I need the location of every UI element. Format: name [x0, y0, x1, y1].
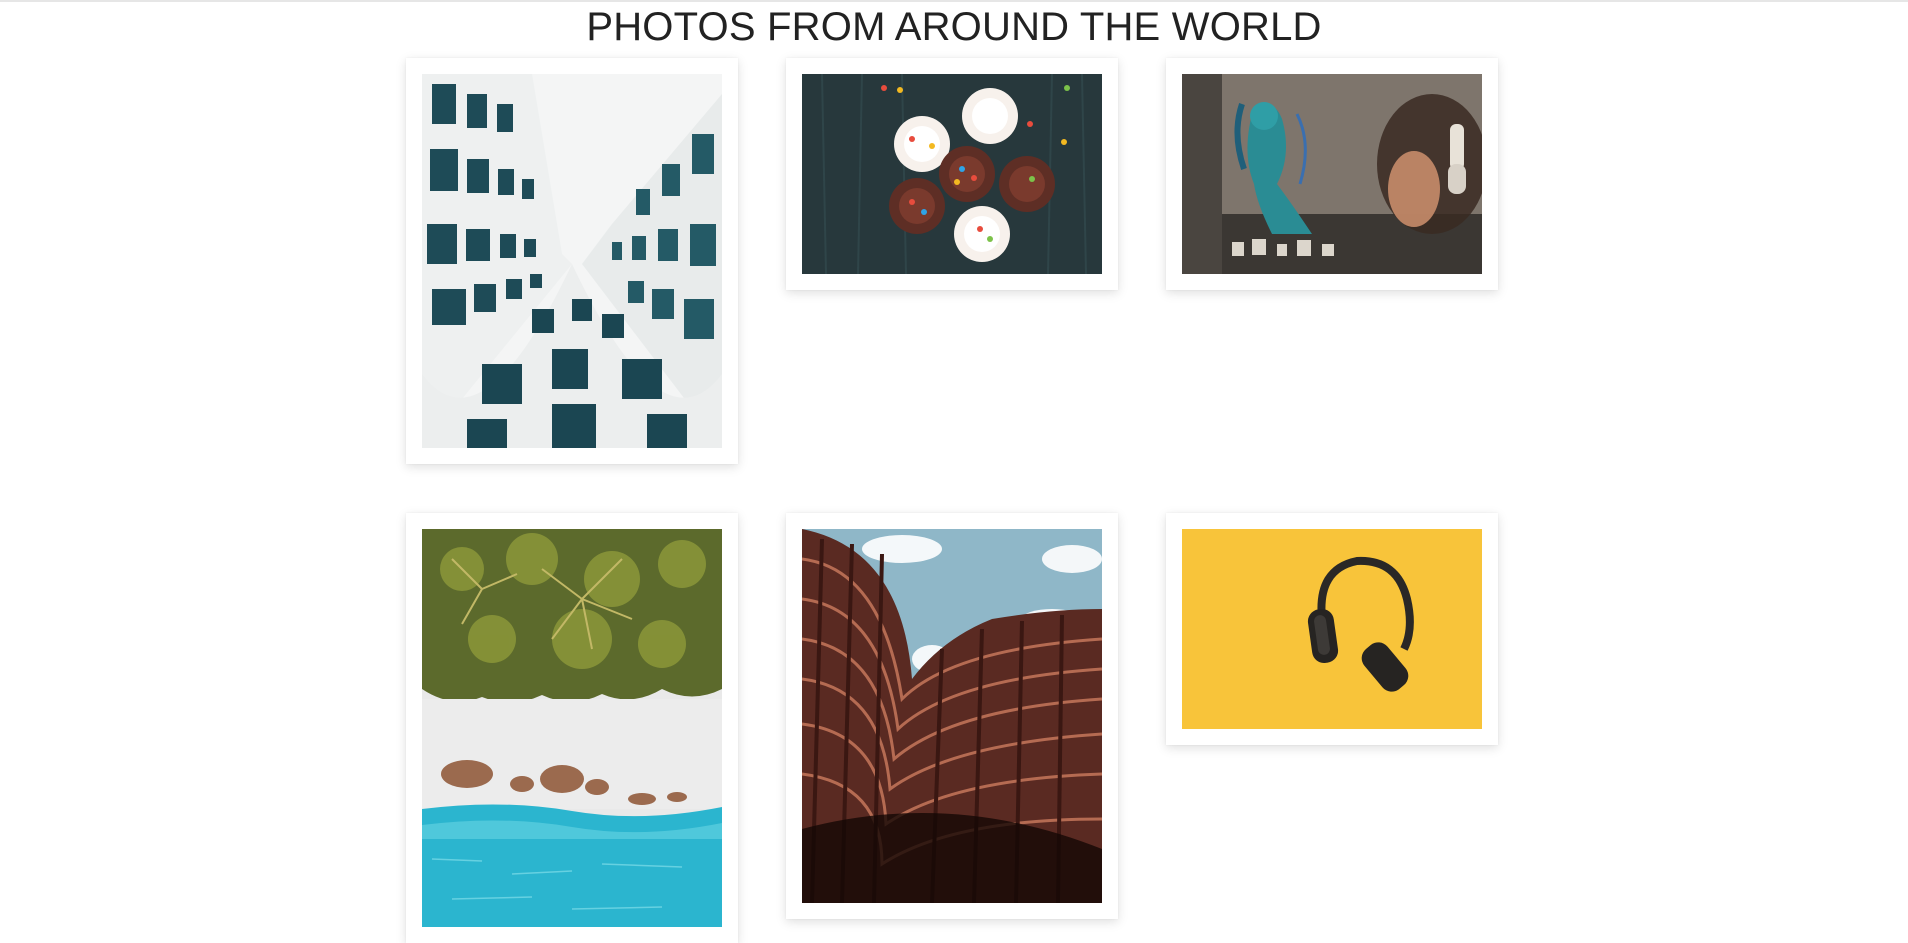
cupcakes-photo[interactable] — [802, 74, 1102, 274]
photo-card[interactable] — [406, 58, 738, 464]
page-title: PHOTOS FROM AROUND THE WORLD — [586, 5, 1322, 49]
curved-building-photo[interactable] — [802, 529, 1102, 903]
beach-photo[interactable] — [422, 529, 722, 927]
photo-card[interactable] — [1166, 58, 1498, 290]
graffiti-photo[interactable] — [1182, 74, 1482, 274]
photo-card[interactable] — [786, 513, 1118, 919]
top-divider — [0, 0, 1908, 2]
photo-card[interactable] — [786, 58, 1118, 290]
headphones-photo[interactable] — [1182, 529, 1482, 729]
photo-card[interactable] — [406, 513, 738, 943]
building-photo[interactable] — [422, 74, 722, 448]
photo-card[interactable] — [1166, 513, 1498, 745]
